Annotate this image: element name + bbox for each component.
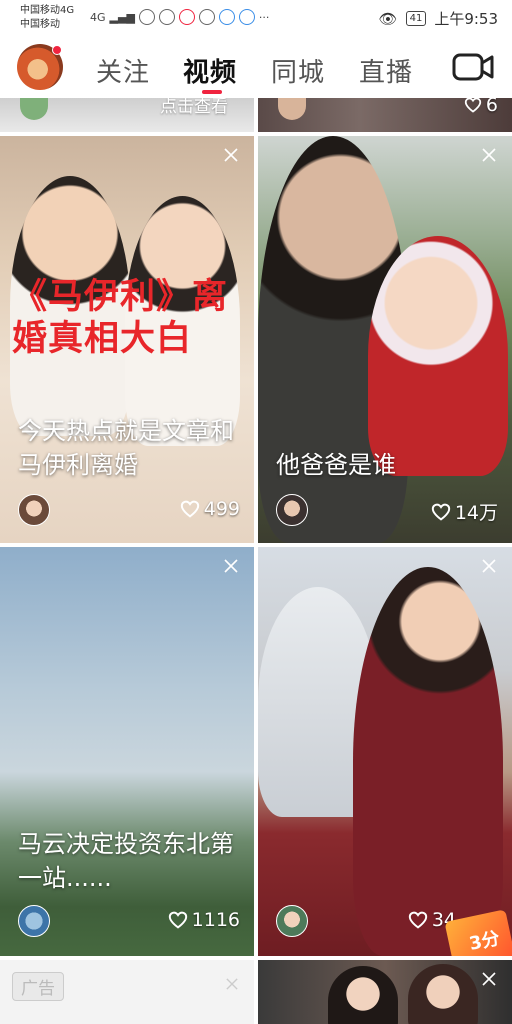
active-tab-indicator — [202, 90, 222, 94]
ad-card[interactable]: 广告 — [0, 960, 254, 1024]
author-avatar — [20, 98, 48, 120]
video-camera-icon[interactable] — [452, 52, 494, 82]
play-icon — [178, 9, 195, 25]
notification-dot — [52, 45, 62, 55]
feed-card[interactable]: 《马伊利》离婚真相大白 今天热点就是文章和马伊利离婚 499 — [0, 136, 254, 543]
author-avatar — [278, 98, 306, 120]
like-count: 499 — [180, 498, 240, 520]
status-bar: 中国移动4G 中国移动 4G ▂▄▆ ··· 👁 41 上午9:53 — [0, 0, 512, 36]
more-indicator: ··· — [258, 10, 270, 24]
chat-icon — [158, 9, 175, 25]
video-feed: 点击查看 6 《马伊利》离婚真相大白 今天热点就是文章和马伊利离婚 499 他爸… — [0, 98, 512, 1024]
card-title: 他爸爸是谁 — [276, 451, 396, 479]
heart-outline-icon — [464, 98, 482, 113]
heart-outline-icon — [180, 500, 199, 518]
heart-outline-icon — [168, 911, 187, 929]
close-icon[interactable] — [482, 972, 496, 986]
feed-card[interactable]: 他爸爸是谁 14万 — [258, 136, 512, 543]
network-label: 4G — [90, 10, 106, 24]
feed-card-partial-right[interactable]: 6 — [258, 98, 512, 132]
author-avatar[interactable] — [18, 905, 50, 937]
card-caption: 点击查看 — [160, 98, 228, 117]
thumbnail-person — [353, 567, 503, 956]
thumbnail-person — [328, 966, 398, 1024]
card-title: 马云决定投资东北第一站...... — [18, 830, 234, 892]
carrier-1: 中国移动4G — [20, 5, 75, 16]
tab-video[interactable]: 视频 — [183, 52, 237, 89]
close-icon[interactable] — [482, 559, 496, 573]
battery-indicator: 41 — [405, 11, 427, 26]
thumbnail-person — [408, 964, 478, 1024]
like-count-value: 499 — [203, 498, 240, 520]
like-count: 1116 — [168, 909, 240, 931]
tab-local[interactable]: 同城 — [271, 52, 325, 89]
feed-card[interactable]: 马云决定投资东北第一站...... 1116 — [0, 547, 254, 956]
author-avatar[interactable] — [18, 494, 50, 526]
carrier-2: 中国移动 — [20, 19, 60, 30]
ad-label: 广告 — [12, 972, 64, 1001]
thumbnail-overlay-text: 《马伊利》离婚真相大白 — [12, 277, 229, 359]
top-nav: 关注 视频 同城 直播 — [0, 36, 512, 98]
close-icon[interactable] — [224, 148, 238, 162]
app-icon-2 — [238, 9, 255, 25]
card-title: 今天热点就是文章和马伊利离婚 — [18, 417, 234, 479]
feed-card[interactable] — [258, 960, 512, 1024]
like-count-value: 6 — [485, 98, 498, 116]
close-icon[interactable] — [482, 148, 496, 162]
notify-icon — [198, 9, 215, 25]
signal-icon: ▂▄▆ — [109, 10, 135, 24]
thumbnail-baby — [368, 236, 508, 476]
clock: 上午9:53 — [434, 10, 498, 28]
hotspot-icon — [138, 9, 155, 25]
status-icons: 4G ▂▄▆ ··· — [90, 9, 269, 25]
author-avatar[interactable] — [276, 905, 308, 937]
like-count-value: 1116 — [191, 909, 240, 931]
close-icon[interactable] — [226, 978, 238, 990]
feed-card-partial-left[interactable]: 点击查看 — [0, 98, 254, 132]
heart-outline-icon — [408, 911, 427, 929]
status-right: 👁 41 上午9:53 — [379, 8, 498, 29]
tab-follow[interactable]: 关注 — [96, 52, 150, 89]
close-icon[interactable] — [224, 559, 238, 573]
eye-icon: 👁 — [378, 9, 398, 28]
author-avatar[interactable] — [276, 494, 308, 526]
tab-live[interactable]: 直播 — [359, 52, 413, 89]
like-count-value: 14万 — [454, 502, 498, 524]
feed-card[interactable]: 34 3分 — [258, 547, 512, 956]
app-icon — [218, 9, 235, 25]
like-count: 14万 — [431, 498, 498, 525]
like-count: 6 — [464, 98, 498, 116]
heart-outline-icon — [431, 503, 450, 521]
